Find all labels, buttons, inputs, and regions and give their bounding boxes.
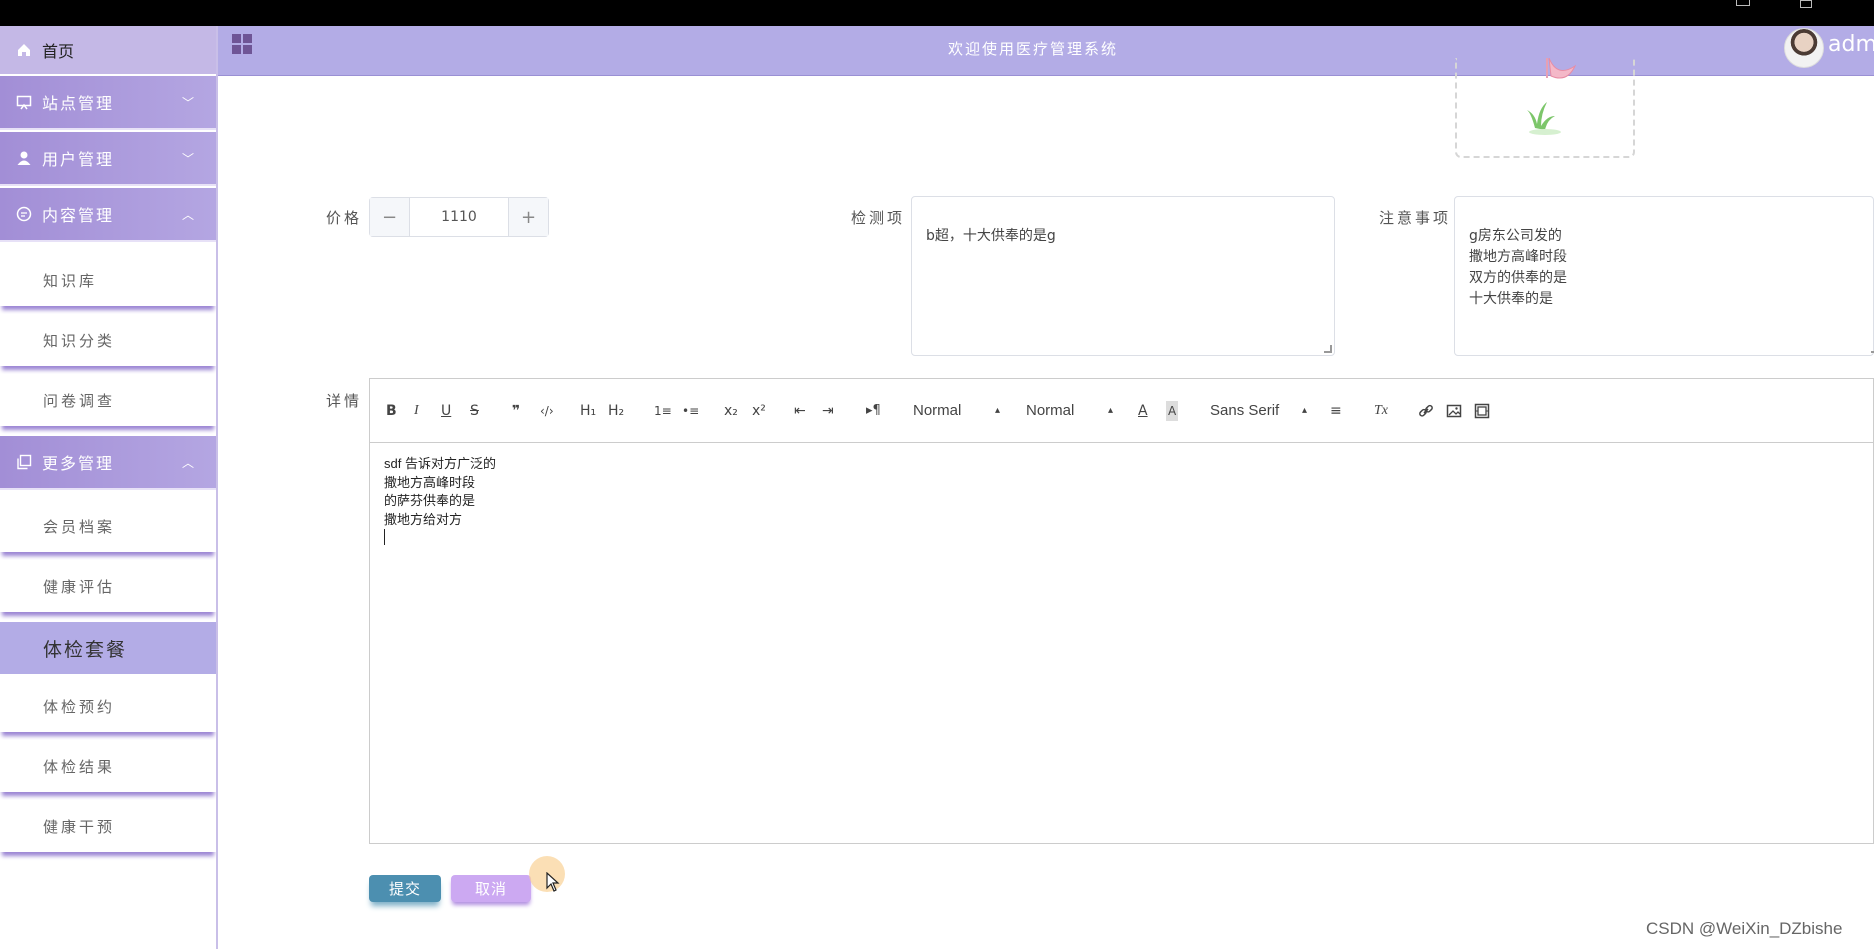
price-label: 价格 [326, 209, 363, 227]
italic-button[interactable]: I [414, 401, 419, 421]
sidebar-item-health-assessment[interactable]: 健康评估 [0, 560, 216, 612]
sidebar: 首页 站点管理 ﹀ 用户管理 ﹀ 内容管理 ︿ 知识库 知识分类 问卷调查 更多… [0, 26, 218, 949]
bullet-list-button[interactable]: •≡ [682, 401, 699, 421]
sidebar-item-knowledge-base[interactable]: 知识库 [0, 254, 216, 306]
sidebar-home-label: 首页 [42, 42, 75, 61]
sidebar-menu-more[interactable]: 更多管理 ︿ [0, 436, 216, 490]
sidebar-menu-label: 更多管理 [42, 454, 115, 473]
restore-icon[interactable] [1800, 0, 1812, 8]
page-title: 欢迎使用医疗管理系统 [947, 40, 1118, 58]
superscript-button[interactable]: x² [752, 401, 766, 421]
underline-button[interactable]: U [441, 401, 451, 421]
font-select-value: Sans Serif [1210, 402, 1280, 419]
chevron-down-icon: ﹀ [181, 96, 196, 110]
header-select[interactable]: Normal ▴ [1026, 401, 1116, 421]
image-upload-preview[interactable] [1455, 58, 1635, 158]
sidebar-menu-user[interactable]: 用户管理 ﹀ [0, 132, 216, 186]
notes-textarea[interactable]: g房东公司发的 撒地方高峰时段 双方的供奉的是 十大供奉的是 [1454, 196, 1874, 356]
ordered-list-button[interactable]: 1≡ [654, 401, 672, 421]
detail-label: 详情 [326, 392, 363, 410]
code-block-button[interactable]: ‹/› [540, 401, 554, 421]
chat-icon [16, 206, 32, 222]
text-cursor [384, 529, 385, 545]
copy-icon [16, 454, 32, 470]
sidebar-item-label: 问卷调查 [43, 391, 116, 410]
increment-button[interactable]: + [508, 198, 548, 236]
notes-label: 注意事项 [1379, 209, 1452, 227]
minimize-icon[interactable] [1736, 0, 1750, 6]
user-name[interactable]: admi [1828, 32, 1874, 57]
sidebar-item-survey[interactable]: 问卷调查 [0, 374, 216, 426]
check-items-text: b超，十大供奉的是g [926, 228, 1056, 244]
resize-handle-icon[interactable] [1324, 345, 1332, 353]
watermark: CSDN @WeiXin_DZbishe [1646, 919, 1843, 938]
sidebar-menu-content[interactable]: 内容管理 ︿ [0, 188, 216, 242]
sidebar-menu-label: 站点管理 [42, 94, 115, 113]
indent-button[interactable]: ⇥ [822, 401, 834, 421]
sidebar-item-label: 健康评估 [43, 577, 116, 596]
notes-text: g房东公司发的 撒地方高峰时段 双方的供奉的是 十大供奉的是 [1469, 228, 1567, 307]
h2-button[interactable]: H₂ [608, 401, 624, 421]
rich-text-editor: B I U S ❞ ‹/› H₁ H₂ 1≡ •≡ x₂ x² ⇤ ⇥ ▸¶ N… [369, 378, 1874, 844]
cancel-button[interactable]: 取消 [451, 875, 531, 902]
sidebar-item-label: 知识库 [43, 271, 98, 290]
chevron-down-icon: ﹀ [181, 152, 196, 166]
mouse-pointer-icon [546, 872, 560, 892]
user-icon [16, 150, 32, 166]
sidebar-item-exam-package[interactable]: 体检套餐 [0, 622, 216, 674]
text-direction-button[interactable]: ▸¶ [866, 401, 881, 421]
chevron-up-icon: ︿ [181, 208, 196, 222]
clean-format-button[interactable]: Tx [1374, 401, 1388, 421]
check-items-label: 检测项 [851, 209, 906, 227]
sidebar-item-label: 体检结果 [43, 757, 116, 776]
sidebar-menu-label: 内容管理 [42, 206, 115, 225]
chevron-up-icon: ︿ [181, 456, 196, 470]
editor-toolbar: B I U S ❞ ‹/› H₁ H₂ 1≡ •≡ x₂ x² ⇤ ⇥ ▸¶ N… [370, 379, 1873, 443]
avatar[interactable] [1784, 28, 1824, 68]
h1-button[interactable]: H₁ [580, 401, 596, 421]
sidebar-item-knowledge-category[interactable]: 知识分类 [0, 314, 216, 366]
link-icon[interactable] [1418, 403, 1434, 423]
sidebar-item-health-intervention[interactable]: 健康干预 [0, 800, 216, 852]
window-top-bar [0, 0, 1874, 26]
strike-button[interactable]: S [470, 401, 479, 421]
bold-button[interactable]: B [386, 401, 397, 421]
blockquote-button[interactable]: ❞ [512, 401, 520, 421]
check-items-textarea[interactable]: b超，十大供奉的是g [911, 196, 1335, 356]
sidebar-menu-label: 用户管理 [42, 150, 115, 169]
sidebar-item-label: 体检预约 [43, 697, 116, 716]
editor-content[interactable]: sdf 告诉对方广泛的 撒地方高峰时段 的萨芬供奉的是 撒地方给对方 [384, 455, 496, 529]
select-arrows-icon: ▴ [1108, 405, 1114, 416]
sidebar-item-exam-results[interactable]: 体检结果 [0, 740, 216, 792]
size-select-value: Normal [913, 402, 962, 419]
home-icon [16, 42, 32, 58]
decrement-button[interactable]: − [370, 198, 410, 236]
illustration-image [1527, 58, 1577, 135]
price-stepper: − 1110 + [369, 197, 549, 237]
outdent-button[interactable]: ⇤ [794, 401, 806, 421]
price-input[interactable]: 1110 [410, 198, 508, 236]
sidebar-item-label: 体检套餐 [43, 638, 128, 661]
image-icon[interactable] [1446, 403, 1462, 423]
subscript-button[interactable]: x₂ [724, 401, 738, 421]
sidebar-item-member-records[interactable]: 会员档案 [0, 500, 216, 552]
submit-button[interactable]: 提交 [369, 875, 441, 902]
sidebar-menu-site[interactable]: 站点管理 ﹀ [0, 76, 216, 130]
sidebar-item-exam-booking[interactable]: 体检预约 [0, 680, 216, 732]
monitor-icon [16, 94, 32, 110]
sidebar-item-label: 知识分类 [43, 331, 116, 350]
select-arrows-icon: ▴ [1302, 405, 1308, 416]
select-arrows-icon: ▴ [995, 405, 1001, 416]
align-button[interactable]: ≡ [1330, 401, 1342, 421]
font-color-button[interactable]: A [1138, 401, 1148, 421]
background-color-button[interactable]: A [1166, 401, 1179, 421]
sidebar-item-label: 健康干预 [43, 817, 116, 836]
sidebar-item-label: 会员档案 [43, 517, 116, 536]
header-select-value: Normal [1026, 402, 1075, 419]
font-select[interactable]: Sans Serif ▴ [1210, 401, 1310, 421]
video-icon[interactable] [1474, 403, 1490, 423]
size-select[interactable]: Normal ▴ [913, 401, 1003, 421]
sidebar-item-home[interactable]: 首页 [0, 26, 216, 74]
